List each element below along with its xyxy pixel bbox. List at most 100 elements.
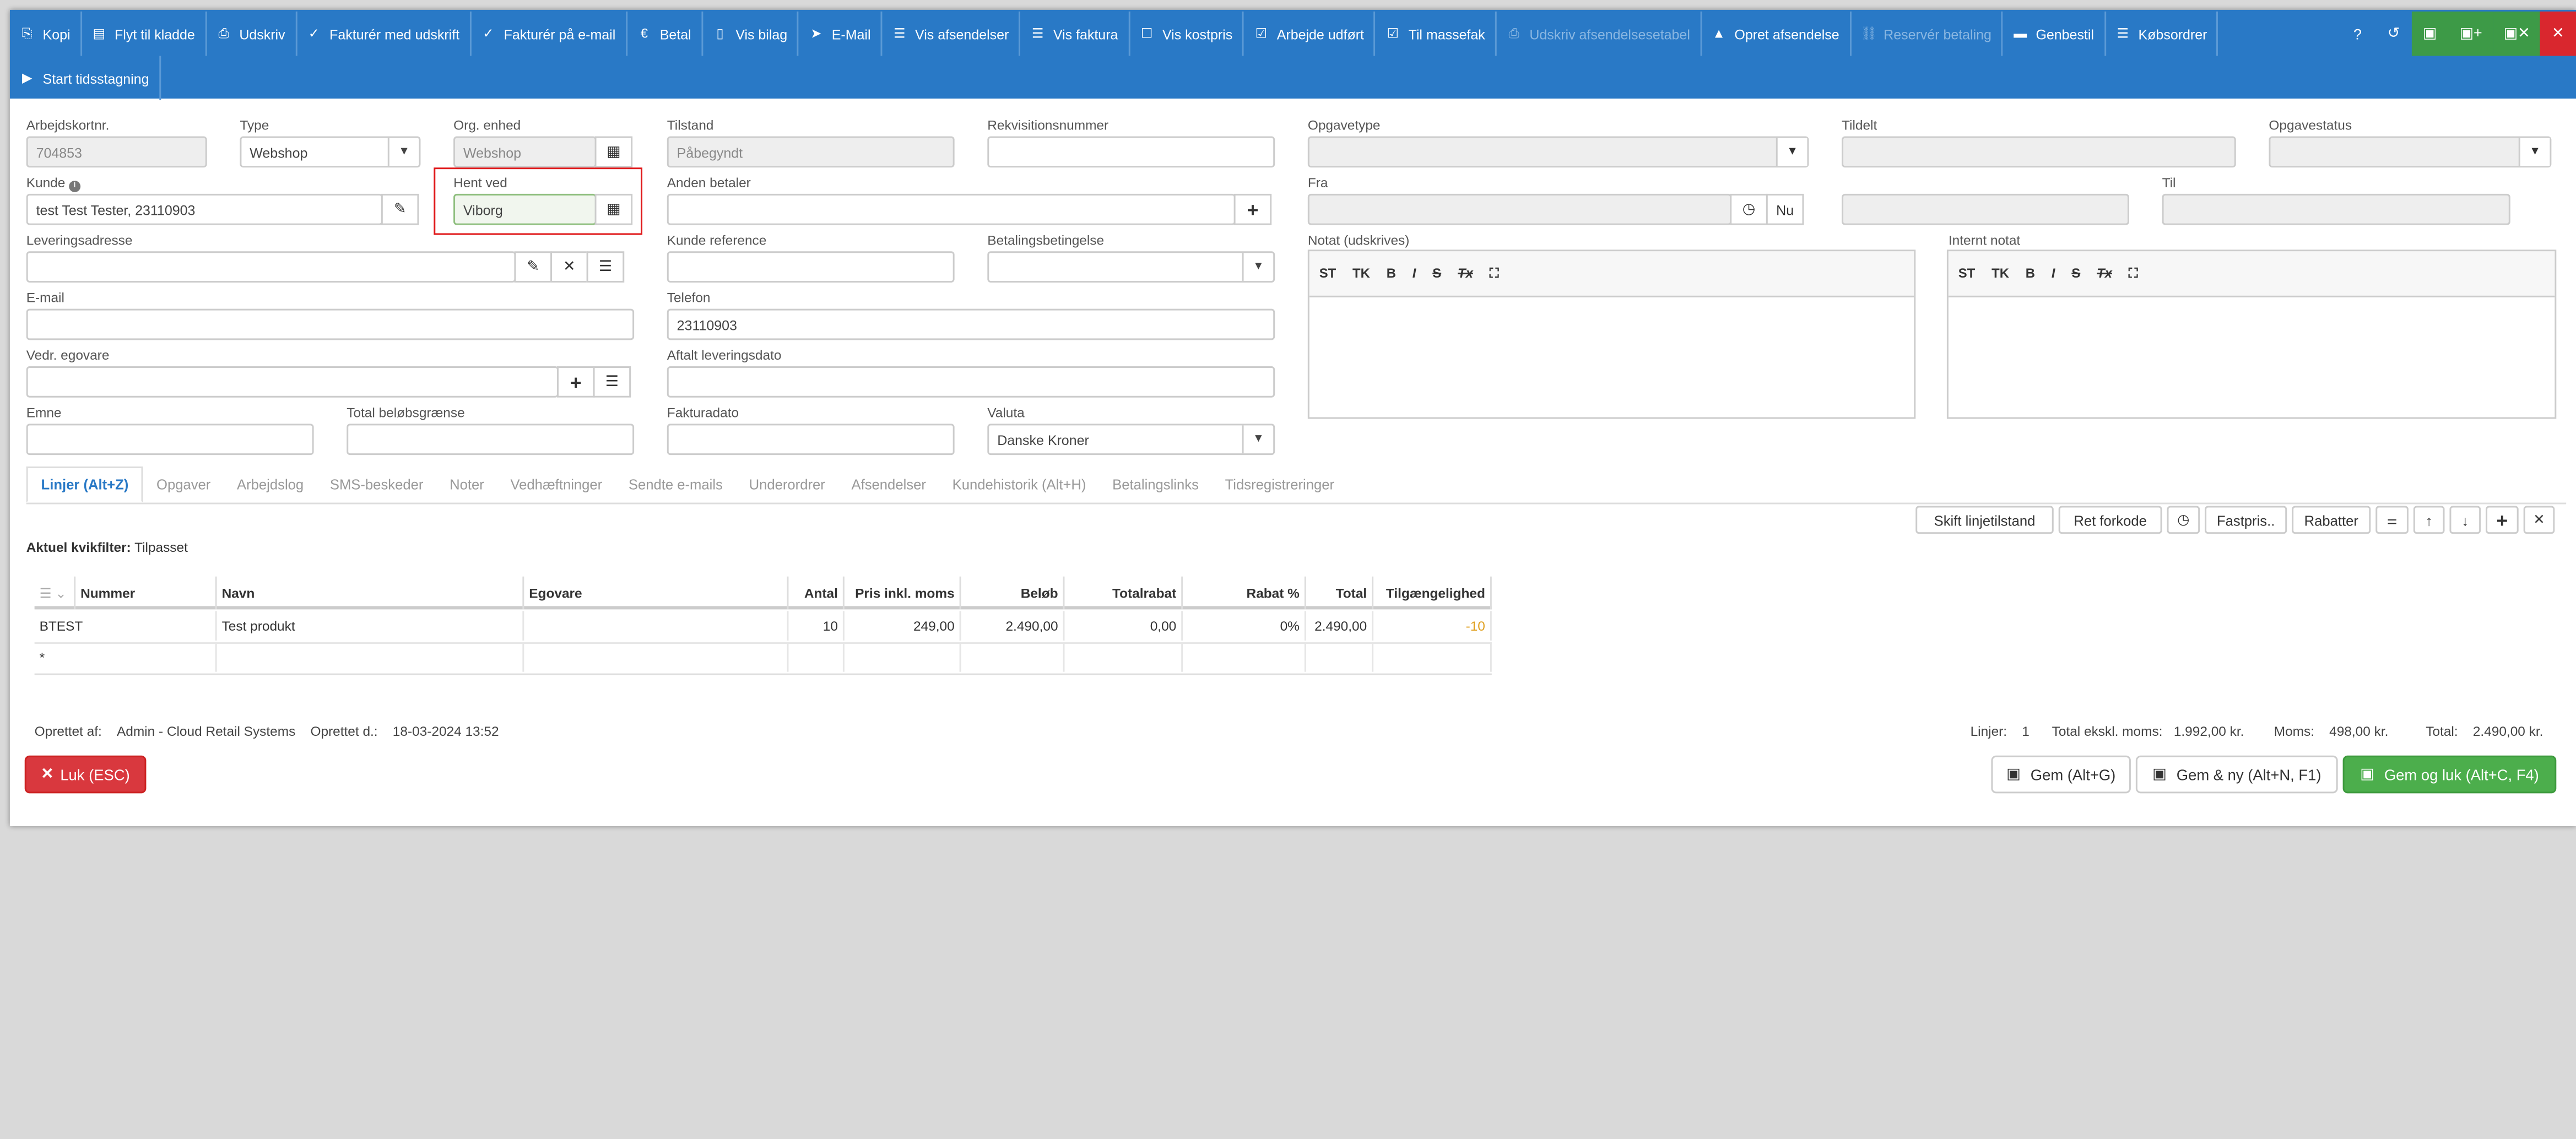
leveringsadresse-input[interactable] — [26, 251, 516, 283]
tab-betalingslinks[interactable]: Betalingslinks — [1099, 467, 1211, 503]
new-row-cell[interactable] — [961, 642, 1065, 672]
save-new-icon-button[interactable]: ▣+ — [2448, 11, 2494, 56]
maximize-icon[interactable]: ⛶ — [1490, 265, 1499, 282]
toolbar-button-genbestil[interactable]: ▬ Genbestil — [2003, 11, 2106, 56]
fastpris-button[interactable]: Fastpris.. — [2205, 506, 2287, 534]
toolbar-button-vis-afsendelser[interactable]: ☰ Vis afsendelser — [882, 11, 1021, 56]
cell-total[interactable]: 2.490,00 — [1306, 611, 1374, 641]
new-row-cell[interactable] — [217, 642, 524, 672]
calculator-icon[interactable]: ▦ — [594, 136, 633, 168]
format-button[interactable]: TK — [1352, 266, 1370, 281]
delete-line-icon[interactable]: ✕ — [2523, 506, 2555, 534]
ret-forkode-button[interactable]: Ret forkode — [2058, 506, 2162, 534]
column-header-pris-inkl-moms[interactable]: Pris inkl. moms — [845, 576, 961, 610]
new-row-cell[interactable] — [1373, 642, 1492, 672]
column-header-nummer[interactable]: Nummer — [75, 576, 217, 610]
toolbar-button-start-tidsstagning[interactable]: ▶ Start tidsstagning — [10, 56, 161, 100]
tab-afsendelser[interactable]: Afsendelser — [838, 467, 939, 503]
clear-format-button[interactable]: Tx — [1458, 266, 1473, 281]
toolbar-button-opret-afsendelse[interactable]: ▲ Opret afsendelse — [1702, 11, 1851, 56]
toolbar-button-reserv-r-betaling[interactable]: ⛓ Reservér betaling — [1851, 11, 2003, 56]
aftalt-leveringsdato-input[interactable] — [667, 366, 1275, 398]
tab-kundehistorik-alt-h[interactable]: Kundehistorik (Alt+H) — [939, 467, 1100, 503]
tab-underordrer[interactable]: Underordrer — [736, 467, 838, 503]
opgavestatus-select[interactable]: ▼ — [2269, 136, 2552, 168]
gem-button[interactable]: ▣ Gem (Alt+G) — [1991, 755, 2131, 794]
toolbar-button-flyt-til-kladde[interactable]: ▤ Flyt til kladde — [82, 11, 207, 56]
italic-button[interactable]: I — [2052, 266, 2055, 281]
toolbar-button-til-massefak[interactable]: ☑ Til massefak — [1376, 11, 1497, 56]
history-icon[interactable]: ↺ — [2375, 12, 2412, 56]
cell-pris-inkl-moms[interactable]: 249,00 — [845, 611, 961, 641]
type-select[interactable]: Webshop ▼ — [240, 136, 421, 168]
til-field[interactable] — [2162, 193, 2510, 225]
toolbar-button-arbejde-udført[interactable]: ☑ Arbejde udført — [1244, 11, 1376, 56]
kunde-reference-input[interactable] — [667, 251, 955, 283]
toolbar-button-e-mail[interactable]: ➤ E-Mail — [799, 11, 883, 56]
cell-rabat[interactable]: 0% — [1183, 611, 1306, 641]
add-line-icon[interactable]: + — [2486, 506, 2519, 534]
clear-format-button[interactable]: Tx — [2097, 266, 2112, 281]
plus-icon[interactable]: + — [556, 366, 595, 398]
toolbar-button-kopi[interactable]: ⎘ Kopi — [10, 11, 82, 56]
maximize-icon[interactable]: ⛶ — [2129, 265, 2138, 282]
help-icon[interactable]: ? — [2340, 12, 2376, 56]
style-button[interactable]: ST — [1958, 266, 1976, 281]
new-row-cell[interactable] — [845, 642, 961, 672]
cell-tilgængelighed[interactable]: -10 — [1373, 611, 1492, 641]
opgavetype-select[interactable]: ▼ — [1307, 136, 1809, 168]
new-row-cell[interactable]: * — [35, 642, 217, 672]
nu-button[interactable]: Nu — [1766, 193, 1804, 225]
fakturadato-input[interactable] — [667, 424, 955, 455]
column-header-totalrabat[interactable]: Totalrabat — [1064, 576, 1183, 610]
close-icon[interactable]: ✕ — [2540, 11, 2576, 56]
emne-input[interactable] — [26, 424, 314, 455]
fra-time-field[interactable] — [1842, 193, 2129, 225]
toolbar-button-betal[interactable]: € Betal — [627, 11, 703, 56]
cell-antal[interactable]: 10 — [788, 611, 845, 641]
skift-linjetilstand-button[interactable]: Skift linjetilstand — [1915, 506, 2054, 534]
bold-button[interactable]: B — [1387, 266, 1396, 281]
new-row-cell[interactable] — [788, 642, 845, 672]
cell-egovare[interactable] — [524, 611, 789, 641]
strikethrough-button[interactable]: S — [2071, 266, 2080, 281]
telefon-input[interactable]: 23110903 — [667, 308, 1275, 340]
valuta-select[interactable]: Danske Kroner ▼ — [987, 424, 1275, 455]
vedr-egovare-input[interactable] — [26, 366, 559, 398]
sliders-icon[interactable]: ⚌ — [2375, 506, 2409, 534]
toolbar-button-vis-kostpris[interactable]: ☐ Vis kostpris — [1129, 11, 1244, 56]
arrow-up-icon[interactable]: ↑ — [2413, 506, 2445, 534]
tab-sms-beskeder[interactable]: SMS-beskeder — [317, 467, 436, 503]
total-belobsgraense-input[interactable] — [347, 424, 635, 455]
toolbar-button-faktur-r-på-e-mail[interactable]: ✓ Fakturér på e-mail — [471, 11, 627, 56]
column-header-rabat[interactable]: Rabat % — [1183, 576, 1306, 610]
clock-icon[interactable]: ◷ — [2167, 506, 2200, 534]
italic-button[interactable]: I — [1413, 266, 1416, 281]
notat-editor[interactable]: ST TK B I S Tx ⛶ — [1307, 250, 1916, 419]
save-icon-button[interactable]: ▣ — [2411, 11, 2448, 56]
column-header-tilgængelighed[interactable]: Tilgængelighed — [1373, 576, 1492, 610]
column-header-total[interactable]: Total — [1306, 576, 1374, 610]
betalingsbetingelse-select[interactable]: ▼ — [987, 251, 1275, 283]
email-input[interactable] — [26, 308, 635, 340]
new-row-cell[interactable] — [1064, 642, 1183, 672]
column-header-navn[interactable]: Navn — [217, 576, 524, 610]
column-chooser-icon[interactable]: ☰ ⌄ — [35, 576, 76, 610]
clear-icon[interactable]: ✕ — [550, 251, 588, 283]
bold-button[interactable]: B — [2026, 266, 2035, 281]
plus-icon[interactable]: + — [1233, 193, 1272, 225]
gem-ny-button[interactable]: ▣ Gem & ny (Alt+N, F1) — [2135, 755, 2338, 794]
tab-linjer-alt-z[interactable]: Linjer (Alt+Z) — [26, 466, 144, 503]
cell-navn[interactable]: Test produkt — [217, 611, 524, 641]
save-close-icon-button[interactable]: ▣✕ — [2493, 11, 2540, 56]
new-row-cell[interactable] — [1183, 642, 1306, 672]
cell-totalrabat[interactable]: 0,00 — [1064, 611, 1183, 641]
fra-field[interactable] — [1307, 193, 1732, 225]
tildelt-field[interactable] — [1842, 136, 2236, 168]
toolbar-button-faktur-r-med-udskrift[interactable]: ✓ Fakturér med udskrift — [296, 11, 471, 56]
tab-arbejdslog[interactable]: Arbejdslog — [224, 467, 317, 503]
gem-og-luk-button[interactable]: ▣ Gem og luk (Alt+C, F4) — [2342, 755, 2557, 794]
list-icon[interactable]: ☰ — [586, 251, 625, 283]
rabatter-button[interactable]: Rabatter — [2292, 506, 2371, 534]
toolbar-button-købsordrer[interactable]: ☰ Købsordrer — [2106, 11, 2219, 56]
